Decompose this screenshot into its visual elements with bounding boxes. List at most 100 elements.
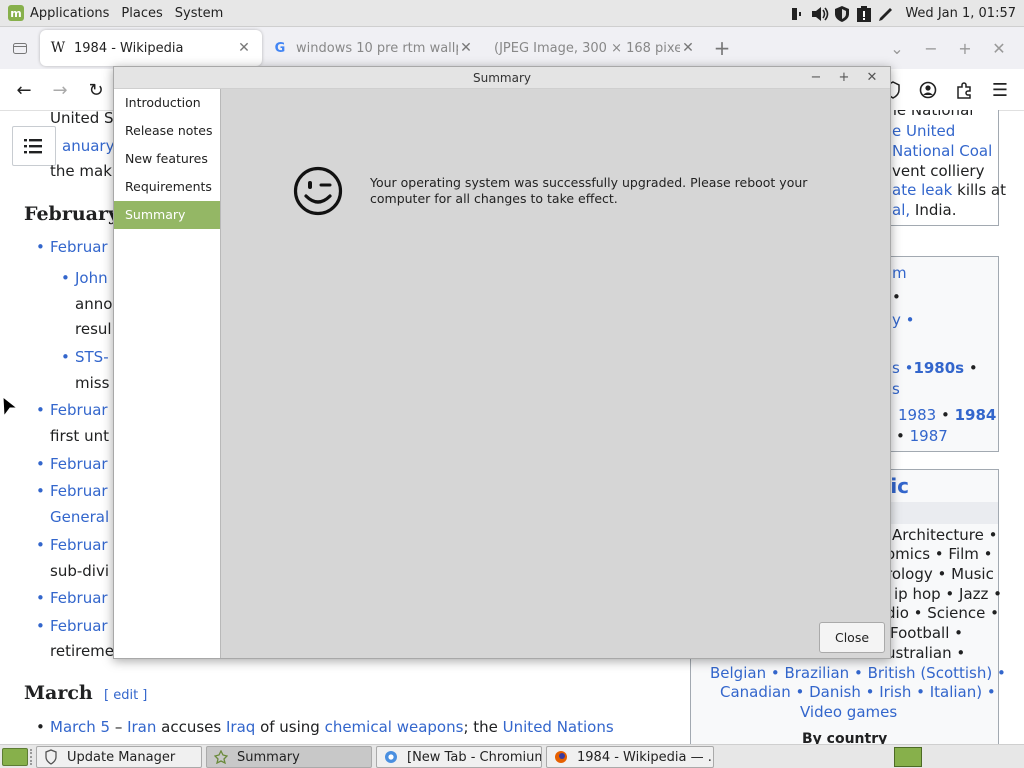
maximize-icon[interactable]: + (948, 39, 982, 58)
mint-menu-icon[interactable]: m (8, 5, 24, 21)
list-item-link[interactable]: Februar (36, 400, 107, 420)
list-item-link[interactable]: Februar (36, 454, 107, 474)
system-menu[interactable]: System (169, 0, 229, 27)
article-link[interactable]: anuary (62, 136, 114, 156)
tab-jpeg-image[interactable]: (JPEG Image, 300 × 168 pixels) ✕ (484, 30, 706, 66)
firefox-icon (553, 749, 569, 765)
menu-icon[interactable]: ☰ (987, 77, 1013, 103)
infobox-link[interactable]: al, (892, 201, 910, 219)
article-link[interactable]: chemical weapons (325, 718, 464, 736)
edit-link[interactable]: [ edit ] (104, 686, 147, 706)
navbox-link[interactable]: m (892, 263, 907, 283)
panel-grip (30, 749, 33, 765)
back-icon[interactable]: ← (11, 77, 37, 103)
navbox-row: Belgian • Brazilian • British (Scottish)… (710, 664, 1006, 682)
close-tab-icon[interactable]: ✕ (236, 40, 252, 56)
bottom-taskbar: Update Manager Summary [New Tab - Chromi… (0, 744, 1024, 768)
task-firefox-wikipedia[interactable]: 1984 - Wikipedia — ... (546, 746, 714, 768)
mint-upgrade-icon (213, 749, 229, 765)
clock[interactable]: Wed Jan 1, 01:57 (897, 6, 1024, 21)
navbox-line: y • (892, 310, 915, 330)
tab-overflow-icon[interactable]: ⌄ (880, 39, 914, 58)
navbox-row: rology • Music (886, 565, 994, 583)
tab-wikipedia[interactable]: W 1984 - Wikipedia ✕ (40, 30, 262, 66)
navbox-line: • 1987 (896, 426, 948, 446)
infobox-link[interactable]: ate leak (892, 181, 952, 199)
navbox-subheading: By country (802, 731, 888, 744)
article-link[interactable]: Iraq (226, 718, 255, 736)
infobox-link[interactable]: e United (892, 121, 955, 141)
close-icon[interactable]: ✕ (863, 69, 881, 87)
list-item-link[interactable]: General (50, 507, 109, 527)
article-text: accuses (156, 718, 226, 736)
close-button[interactable]: Close (819, 622, 885, 653)
navbox-text: • (964, 359, 978, 377)
list-item-link[interactable]: Februar (36, 535, 107, 555)
task-chromium[interactable]: [New Tab - Chromium] (376, 746, 542, 768)
navbox-row: Football • (890, 624, 963, 642)
network-icon[interactable] (787, 3, 809, 25)
pen-icon[interactable] (875, 3, 897, 25)
close-tab-icon[interactable]: ✕ (680, 40, 696, 56)
list-item-link[interactable]: STS- (61, 347, 108, 367)
navbox-link-video-games[interactable]: Video games (800, 702, 897, 722)
task-label: Update Manager (67, 749, 176, 765)
list-item-link[interactable]: Februar (36, 616, 107, 636)
close-tab-icon[interactable]: ✕ (458, 40, 474, 56)
navbox-link-1987[interactable]: 1987 (910, 427, 948, 445)
table-of-contents-icon[interactable] (12, 126, 56, 166)
task-label: [New Tab - Chromium] (407, 749, 542, 765)
volume-icon[interactable] (809, 3, 831, 25)
list-item-link[interactable]: John (61, 268, 107, 288)
chromium-icon (383, 749, 399, 765)
sidebar-item-requirements[interactable]: Requirements (114, 173, 220, 201)
tab-google-search[interactable]: G windows 10 pre rtm wallp... ✕ (262, 30, 484, 66)
list-item-link[interactable]: Februar (36, 481, 107, 501)
navbox-link[interactable]: s • (892, 359, 913, 377)
system-tray: Wed Jan 1, 01:57 (787, 0, 1024, 27)
dialog-title: Summary (473, 71, 531, 85)
close-window-icon[interactable]: ✕ (982, 39, 1016, 58)
top-panel: m Applications Places System Wed Jan 1, … (0, 0, 1024, 27)
task-summary[interactable]: Summary (206, 746, 372, 768)
forward-icon[interactable]: → (47, 77, 73, 103)
infobox-line: ate leak kills at (892, 180, 1006, 200)
sidebar-item-summary[interactable]: Summary (114, 201, 220, 229)
sidebar-item-new-features[interactable]: New features (114, 145, 220, 173)
tab-title: windows 10 pre rtm wallp... (296, 40, 458, 56)
update-notice-icon[interactable] (853, 3, 875, 25)
places-menu[interactable]: Places (115, 0, 168, 27)
workspace-switcher-icon[interactable] (894, 747, 922, 767)
show-desktop-icon[interactable] (2, 748, 28, 766)
article-text: of using (255, 718, 325, 736)
dialog-titlebar[interactable]: Summary − + ✕ (114, 67, 890, 89)
infobox-link[interactable]: National Coal (892, 141, 992, 161)
extensions-icon[interactable] (951, 77, 977, 103)
maximize-icon[interactable]: + (835, 69, 853, 87)
navbox-link-1983[interactable]: 1983 (898, 406, 936, 424)
article-text: – (110, 718, 128, 736)
minimize-icon[interactable]: − (914, 39, 948, 58)
task-update-manager[interactable]: Update Manager (36, 746, 202, 768)
minimize-icon[interactable]: − (807, 69, 825, 87)
article-link[interactable]: United Nations (503, 718, 614, 736)
navbox-link-1980s[interactable]: 1980s (913, 359, 964, 377)
tab-list-icon[interactable] (0, 27, 40, 69)
reload-icon[interactable]: ↻ (83, 77, 109, 103)
upgrade-success-message: Your operating system was successfully u… (370, 175, 808, 206)
applications-menu[interactable]: Applications (24, 0, 115, 27)
account-icon[interactable] (915, 77, 941, 103)
new-tab-icon[interactable]: + (706, 30, 738, 66)
navbox-link-1984[interactable]: 1984 (955, 406, 997, 424)
navbox-link[interactable]: y • (892, 311, 915, 329)
infobox-line: al, India. (892, 200, 957, 220)
list-item-link[interactable]: Februar (36, 588, 107, 608)
infobox-text: India. (910, 201, 957, 219)
shield-icon[interactable] (831, 3, 853, 25)
sidebar-item-introduction[interactable]: Introduction (114, 89, 220, 117)
navbox-link[interactable]: s (892, 379, 900, 399)
article-link[interactable]: Iran (127, 718, 156, 736)
article-link[interactable]: March 5 (50, 718, 110, 736)
list-item-link[interactable]: Februar (36, 237, 107, 257)
sidebar-item-release-notes[interactable]: Release notes (114, 117, 220, 145)
